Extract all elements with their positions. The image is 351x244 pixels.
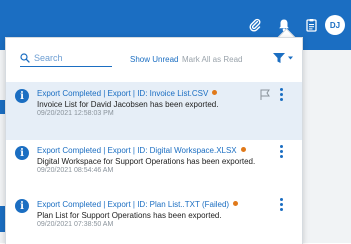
- notification-item[interactable]: i Export Completed | Export | ID: Digita…: [6, 140, 302, 198]
- unread-dot: [240, 147, 246, 153]
- notification-item[interactable]: i Export Completed | Export | ID: Plan L…: [6, 195, 302, 244]
- search-icon: [20, 53, 30, 63]
- notification-timestamp: 09/20/2021 07:38:50 AM: [37, 221, 114, 228]
- notification-message: Invoice List for David Jacobsen has been…: [37, 100, 219, 109]
- more-options-icon[interactable]: [278, 145, 284, 161]
- notification-title[interactable]: Export Completed | Export | ID: Digital …: [37, 146, 246, 155]
- show-unread-button[interactable]: Show Unread: [130, 55, 178, 64]
- info-icon: i: [15, 89, 29, 103]
- avatar[interactable]: DJ: [325, 15, 345, 35]
- notifications-toolbar: Show Unread Mark All as Read: [6, 38, 302, 74]
- search-input[interactable]: [34, 51, 108, 65]
- more-options-icon[interactable]: [278, 198, 284, 214]
- paperclip-icon[interactable]: [246, 14, 264, 36]
- clipboard-icon[interactable]: [302, 14, 320, 36]
- mark-all-read-button[interactable]: Mark All as Read: [182, 55, 242, 64]
- notifications-panel: Show Unread Mark All as Read i Export Co…: [5, 37, 303, 244]
- more-options-icon[interactable]: [278, 88, 284, 104]
- unread-dot: [212, 90, 218, 96]
- info-icon: i: [15, 199, 29, 213]
- notification-item[interactable]: i Export Completed | Export | ID: Invoic…: [6, 82, 302, 140]
- notification-timestamp: 09/20/2021 12:58:03 PM: [37, 110, 114, 117]
- notification-message: Digital Workspace for Support Operations…: [37, 157, 256, 166]
- notification-message: Plan List for Support Operations has bee…: [37, 211, 222, 220]
- filter-icon[interactable]: [272, 52, 294, 64]
- notification-timestamp: 09/20/2021 08:54:46 AM: [37, 167, 114, 174]
- info-icon: i: [15, 146, 29, 160]
- unread-dot: [233, 201, 239, 207]
- search-box[interactable]: [20, 50, 112, 67]
- notification-title[interactable]: Export Completed | Export | ID: Invoice …: [37, 89, 218, 98]
- flag-icon[interactable]: [259, 89, 271, 101]
- notification-title[interactable]: Export Completed | Export | ID: Plan Lis…: [37, 200, 239, 209]
